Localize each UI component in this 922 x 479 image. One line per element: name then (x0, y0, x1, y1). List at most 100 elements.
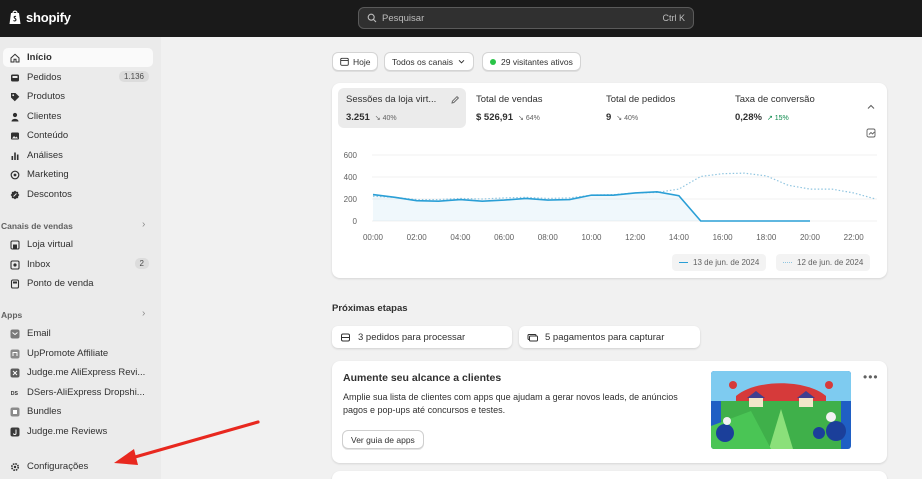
chat-icon (10, 259, 20, 270)
active-visitors-button[interactable]: 29 visitantes ativos (482, 52, 581, 71)
sidebar-item-label: Ponto de venda (27, 278, 94, 289)
next-card (332, 471, 887, 479)
shopify-logo[interactable]: shopify (8, 9, 71, 25)
metric-total-sales[interactable]: Total de vendas $ 526,91 ↘ 64% (468, 88, 593, 128)
task-payments-to-capture[interactable]: 5 pagamentos para capturar (519, 326, 700, 348)
sidebar-item-conteudo[interactable]: Conteúdo (3, 126, 153, 145)
channels-filter-button[interactable]: Todos os canais (384, 52, 474, 71)
legend-solid-swatch (679, 262, 688, 263)
legend-previous[interactable]: 12 de jun. de 2024 (776, 254, 871, 271)
arrow-down-icon: ↘ (517, 115, 524, 122)
bar-chart-icon (11, 152, 19, 160)
sidebar-item-loja-virtual[interactable]: Loja virtual (3, 235, 153, 254)
metric-total-orders[interactable]: Total de pedidos 9 ↘ 40% (598, 88, 723, 128)
sidebar-item-label: Clientes (27, 111, 62, 122)
legend-dotted-swatch (783, 262, 792, 263)
tag-icon (11, 92, 20, 101)
task-orders-to-process[interactable]: 3 pedidos para processar (332, 326, 512, 348)
metric-delta: ↘ 64% (517, 115, 540, 122)
sales-channels-heading: Canais de vendas (1, 221, 73, 231)
sidebar-item-label: Análises (27, 150, 63, 161)
y-tick-label: 600 (344, 151, 358, 160)
home-icon (10, 53, 20, 62)
sidebar-item-produtos[interactable]: Produtos (3, 87, 153, 106)
arrow-up-icon: ↗ (766, 115, 773, 122)
app-guide-button[interactable]: Ver guia de apps (342, 430, 424, 449)
edit-pencil-icon[interactable] (450, 95, 460, 105)
sidebar-item-label: Marketing (27, 169, 69, 180)
search-icon (367, 13, 377, 23)
metric-value: 0,28% (735, 112, 762, 123)
sidebar-item-label: Bundles (27, 406, 62, 417)
x-tick-label: 18:00 (756, 233, 777, 242)
sidebar-item-pedidos[interactable]: Pedidos 1.136 (3, 68, 153, 87)
sidebar-item-inbox[interactable]: Inbox 2 (3, 255, 153, 274)
promo-title: Aumente seu alcance a clientes (343, 372, 502, 384)
x-tick-label: 22:00 (844, 233, 865, 242)
sidebar-item-uppromote[interactable]: UpPromote Affiliate (3, 344, 153, 363)
sidebar-item-clientes[interactable]: Clientes (3, 107, 153, 126)
order-box-icon (341, 333, 350, 341)
sidebar-item-label: Conteúdo (27, 130, 69, 141)
sidebar-item-judgeme-aliexpress[interactable]: Judge.me AliExpress Revi... (3, 363, 153, 382)
next-steps-title: Próximas etapas (332, 303, 408, 314)
image-icon (11, 132, 19, 139)
channels-filter-label: Todos os canais (392, 56, 453, 67)
sidebar-item-label: UpPromote Affiliate (27, 348, 109, 359)
metric-value: $ 526,91 (476, 112, 513, 123)
apps-heading: Apps (1, 310, 23, 320)
sidebar-item-dsers[interactable]: DS DSers-AliExpress Dropshi... (3, 383, 153, 402)
more-options-icon[interactable]: ••• (863, 370, 879, 384)
date-filter-label: Hoje (353, 56, 371, 67)
sidebar-item-label: Loja virtual (27, 239, 73, 250)
dsers-app-icon: DS (10, 388, 20, 397)
legend-current[interactable]: 13 de jun. de 2024 (672, 254, 767, 271)
chevron-up-icon[interactable] (866, 102, 876, 112)
chart-magic-icon[interactable] (866, 128, 877, 139)
metric-sessions[interactable]: Sessões da loja virt... 3.251 ↘ 40% (338, 88, 466, 128)
sidebar-item-inicio[interactable]: Início (3, 48, 153, 67)
chevron-right-icon[interactable]: › (142, 219, 145, 230)
top-bar: shopify Ctrl K (0, 0, 922, 37)
sidebar-item-analises[interactable]: Análises (3, 146, 153, 165)
metric-conversion-rate[interactable]: Taxa de conversão 0,28% ↗ 15% (727, 88, 855, 128)
x-tick-label: 06:00 (494, 233, 515, 242)
legend-label: 12 de jun. de 2024 (797, 258, 864, 267)
chevron-right-icon[interactable]: › (142, 308, 145, 319)
x-tick-label: 12:00 (625, 233, 646, 242)
chevron-down-icon (458, 59, 465, 64)
sidebar-item-label: Configurações (27, 461, 89, 472)
orders-count-badge: 1.136 (118, 71, 149, 82)
arrow-down-icon: ↘ (374, 115, 381, 122)
shopify-bag-icon (9, 10, 21, 24)
svg-text:DS: DS (11, 391, 19, 397)
search-bar[interactable]: Ctrl K (358, 7, 694, 29)
search-shortcut: Ctrl K (662, 13, 686, 23)
sidebar-item-marketing[interactable]: Marketing (3, 165, 153, 184)
sidebar-item-descontos[interactable]: Descontos (3, 185, 153, 204)
sidebar-item-label: Inbox (27, 259, 51, 270)
discount-icon (10, 190, 20, 199)
metric-delta: ↗ 15% (766, 115, 789, 122)
pos-icon (10, 278, 20, 289)
metric-label: Total de vendas (476, 94, 543, 105)
red-arrow-annotation (114, 420, 260, 465)
y-tick-label: 400 (344, 173, 358, 182)
sidebar-item-label: Início (27, 52, 52, 63)
sidebar-item-ponto-de-venda[interactable]: Ponto de venda (3, 274, 153, 293)
promo-illustration (711, 371, 851, 449)
sidebar-item-label: Judge.me AliExpress Revi... (27, 367, 146, 378)
metric-delta: ↘ 40% (374, 115, 397, 122)
sessions-line-chart: 600 400 200 0 00:00 02:00 04:00 06:00 08:00 10:00… (344, 151, 877, 242)
metric-delta: ↘ 40% (616, 115, 639, 122)
sidebar-item-label: Descontos (27, 189, 72, 200)
calendar-icon (340, 57, 349, 66)
search-input[interactable] (382, 12, 663, 24)
sidebar-item-email[interactable]: Email (3, 324, 153, 343)
gear-icon (10, 462, 20, 471)
y-tick-label: 0 (353, 217, 358, 226)
email-app-icon (10, 329, 20, 338)
metric-label: Total de pedidos (606, 94, 676, 105)
date-filter-button[interactable]: Hoje (332, 52, 379, 71)
x-tick-label: 08:00 (538, 233, 559, 242)
